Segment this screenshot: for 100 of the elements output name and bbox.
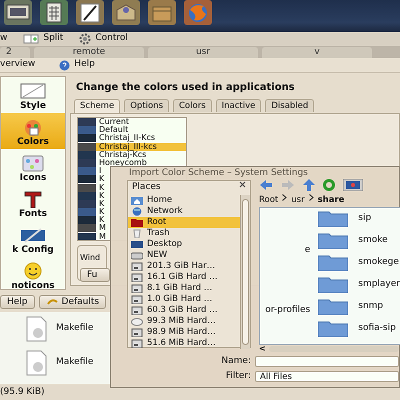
scheme-preview (78, 142, 96, 151)
button[interactable]: Help (0, 295, 35, 309)
panel-title: Places (132, 181, 161, 194)
scheme-preview (78, 175, 96, 184)
breadcrumb-item[interactable]: Root (259, 194, 278, 207)
scheme-preview (78, 126, 96, 134)
scheme-item[interactable]: K (78, 192, 106, 200)
scheme-preview (78, 224, 96, 232)
folder-name[interactable]: smokege (358, 256, 399, 270)
split-view-icon (23, 34, 40, 44)
places-item[interactable]: 8.1 GiB Hard … (128, 282, 240, 294)
places-item[interactable]: 201.3 GiB Har… (128, 260, 240, 272)
field-label: Filter: (224, 370, 251, 383)
undo-icon (46, 297, 58, 307)
places-item[interactable]: Root (128, 216, 240, 228)
up-arrow-icon[interactable] (303, 179, 315, 191)
tab[interactable]: Scheme (74, 99, 120, 113)
makefile-icon (24, 316, 48, 342)
places-item[interactable]: 51.6 MiB Hard… (128, 338, 240, 348)
sidebar-item[interactable]: Fonts (1, 185, 65, 221)
breadcrumb-item[interactable]: usr (291, 194, 305, 207)
places-item[interactable]: 16.1 GiB Hard … (128, 272, 240, 282)
scheme-item[interactable]: I (78, 167, 102, 176)
folder-icon (318, 321, 348, 337)
folder-name[interactable]: sofia-sip (358, 322, 396, 336)
tab[interactable]: remote (34, 47, 144, 58)
scheme-item[interactable]: Current (78, 118, 130, 126)
file-name[interactable]: Makefile (56, 356, 94, 370)
tab[interactable]: usr (148, 47, 258, 58)
places-item[interactable]: Network (128, 206, 240, 216)
places-item[interactable]: 60.3 GiB Hard … (128, 304, 240, 316)
places-item[interactable]: 1.0 GiB Hard … (128, 294, 240, 304)
scheme-item[interactable]: Honeycomb (78, 158, 148, 168)
folder-name[interactable]: smplayer (358, 278, 400, 292)
sidebar-item[interactable]: Colors (1, 113, 65, 149)
scheme-preview (78, 134, 96, 142)
back-arrow-icon[interactable] (259, 180, 273, 190)
scheme-item[interactable]: Christaj-Kcs (78, 150, 148, 159)
sidebar-item[interactable]: noticons (1, 257, 65, 293)
page-heading: Change the colors used in applications (76, 81, 296, 95)
scheme-item[interactable]: K (78, 208, 106, 216)
button[interactable]: Fu (80, 268, 110, 282)
breadcrumb-item[interactable]: share (318, 194, 344, 207)
reload-icon[interactable] (323, 179, 335, 191)
folder-icon (318, 255, 348, 271)
places-item[interactable]: Home (128, 194, 240, 206)
sidebar-item[interactable]: Style (1, 77, 65, 113)
scheme-preview (78, 216, 96, 224)
tab[interactable]: Options (124, 99, 169, 112)
scheme-item[interactable]: K (78, 175, 106, 184)
file-name[interactable]: Makefile (56, 322, 94, 336)
scrollbar[interactable] (240, 194, 250, 348)
toolbar-button[interactable]: Help (59, 58, 95, 72)
toolbar-button[interactable]: Split (23, 32, 64, 46)
places-item[interactable]: NEW (128, 250, 240, 260)
tab[interactable]: Disabled (265, 99, 314, 112)
desktop-icon (131, 240, 143, 248)
chevron-icon (282, 194, 288, 201)
places-item[interactable]: Desktop (128, 238, 240, 250)
gear-icon (79, 33, 92, 45)
scheme-preview (78, 167, 96, 176)
status-text: (95.9 KiB) (0, 386, 44, 399)
folder-name[interactable]: sip (358, 212, 372, 226)
scheme-item[interactable]: Christaj_II-Kcs (78, 134, 156, 143)
scheme-preview (78, 208, 96, 216)
folder-name[interactable]: smoke (358, 234, 388, 248)
scheme-item[interactable]: M (78, 232, 107, 240)
horizontal-scrollbar[interactable] (268, 346, 399, 352)
tab[interactable]: v (262, 47, 372, 58)
scheme-item[interactable]: M (78, 224, 107, 233)
tab[interactable]: 2 (0, 47, 30, 58)
scheme-item[interactable]: Default (78, 126, 130, 134)
tab[interactable]: Colors (173, 99, 212, 112)
name-field[interactable] (255, 356, 399, 368)
tab[interactable]: Inactive (216, 99, 262, 112)
file-name[interactable]: e (260, 244, 310, 258)
scheme-item[interactable]: K (78, 216, 106, 224)
scheme-item[interactable]: K (78, 184, 106, 192)
group-label: Wind (80, 252, 102, 264)
button[interactable]: Defaults (38, 295, 106, 309)
folder-name[interactable]: snmp (358, 300, 384, 314)
places-item[interactable]: Trash (128, 228, 240, 238)
toolbar-button[interactable]: w (0, 32, 8, 46)
places-item[interactable]: 98.9 MiB Hard… (128, 326, 240, 338)
field-label: Name: (220, 355, 251, 368)
places-item[interactable]: 99.3 MiB Hard… (128, 316, 240, 326)
file-name[interactable]: or-profiles (260, 304, 310, 318)
folder-icon (318, 211, 348, 227)
toolbar-button[interactable]: Control (79, 32, 128, 46)
toolbar-button[interactable]: verview (0, 58, 36, 72)
sidebar-item[interactable]: k Config (1, 221, 65, 257)
view-preview-icon[interactable] (343, 179, 363, 191)
close-icon[interactable] (239, 181, 246, 188)
sidebar-item[interactable]: Icons (1, 149, 65, 185)
help-icon (59, 60, 70, 70)
scheme-item[interactable]: Christaj_III-kcs (78, 142, 186, 151)
scroll-arrow[interactable]: < (259, 343, 266, 355)
filter-field[interactable]: All Files (255, 371, 399, 382)
scheme-item[interactable]: K (78, 200, 106, 208)
makefile-icon (24, 350, 48, 376)
